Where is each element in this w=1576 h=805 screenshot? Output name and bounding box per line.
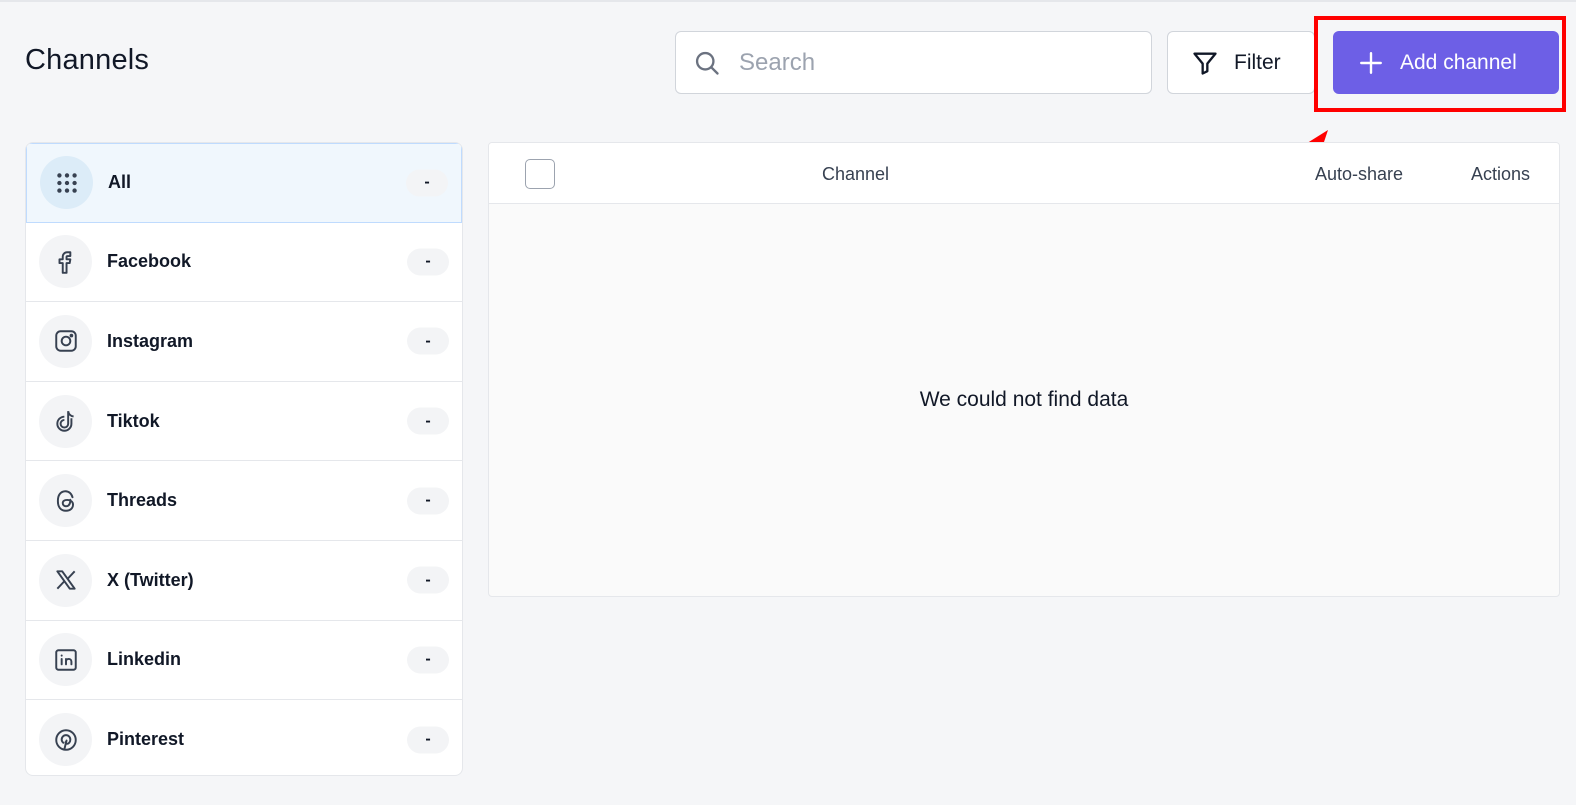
sidebar-item-x-twitter[interactable]: X (Twitter) - [26,541,462,621]
column-header-actions: Actions [1471,164,1531,184]
x-twitter-icon [39,553,92,607]
count-badge: - [406,169,448,197]
sidebar-item-label: Facebook [107,251,192,272]
filter-button[interactable]: Filter [1167,31,1315,94]
sidebar-item-tiktok[interactable]: Tiktok - [26,382,462,462]
pinterest-icon [39,713,92,767]
table-header: Channel Auto-share Actions [489,143,1559,204]
filter-button-label: Filter [1234,50,1281,74]
count-badge: - [407,646,449,674]
count-badge: - [407,566,449,594]
grid-dots-icon [40,156,93,210]
count-badge: - [407,407,449,435]
count-badge: - [407,487,449,515]
select-all-checkbox[interactable] [525,159,555,189]
sidebar-item-label: X (Twitter) [107,569,194,590]
sidebar-item-threads[interactable]: Threads - [26,461,462,541]
sidebar-item-label: Threads [107,490,178,511]
sidebar-item-instagram[interactable]: Instagram - [26,302,462,382]
tiktok-icon [39,394,92,448]
count-badge: - [407,327,449,355]
column-header-channel[interactable]: Channel [822,164,889,185]
add-channel-button[interactable]: Add channel [1333,31,1559,94]
sidebar-item-label: Instagram [107,330,194,351]
sidebar-item-pinterest[interactable]: Pinterest - [26,700,462,775]
search-box[interactable] [675,31,1152,94]
threads-icon [39,474,92,528]
search-icon [695,51,719,75]
count-badge: - [407,248,449,276]
page-title: Channels [25,44,150,76]
sidebar-item-label: Linkedin [107,649,182,670]
sidebar-item-linkedin[interactable]: Linkedin - [26,621,462,701]
filter-icon [1193,52,1217,75]
empty-state-message: We could not find data [919,388,1129,411]
plus-icon [1360,51,1382,74]
count-badge: - [407,726,449,754]
channel-sidebar: All - Facebook - Instagram - Tiktok - Th… [25,142,463,776]
sidebar-item-label: Tiktok [107,410,160,431]
search-input[interactable] [737,47,1117,78]
sidebar-item-all[interactable]: All - [26,143,462,223]
linkedin-icon [39,633,92,687]
sidebar-item-facebook[interactable]: Facebook - [26,223,462,303]
add-channel-label: Add channel [1400,50,1517,74]
channels-table: Channel Auto-share Actions We could not … [488,142,1560,597]
top-divider [0,0,1576,2]
facebook-icon [39,235,92,289]
sidebar-item-label: All [108,172,132,193]
sidebar-item-label: Pinterest [107,729,185,750]
instagram-icon [39,314,92,368]
column-header-auto-share[interactable]: Auto-share [1315,164,1403,185]
